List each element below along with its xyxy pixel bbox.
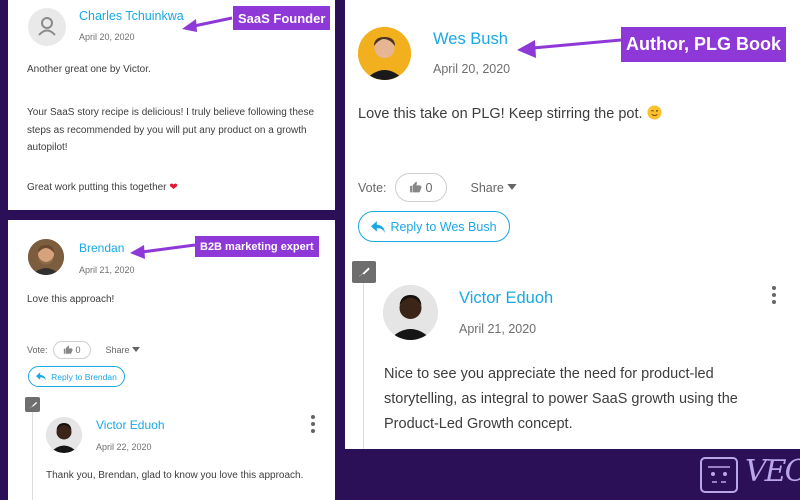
like-button[interactable]: 0 [394, 173, 447, 202]
vec-logo-text: VEC [745, 454, 800, 489]
kebab-dot [772, 300, 776, 304]
reply-author[interactable]: Victor Eduoh [96, 418, 165, 432]
annotation-tag-charles: SaaS Founder [233, 6, 331, 30]
comment-paragraph-3-text: Great work putting this together [27, 182, 167, 193]
quill-icon [358, 267, 370, 278]
kebab-dot [311, 422, 315, 426]
thumbs-up-icon [63, 345, 73, 354]
heart-icon: ❤ [169, 182, 178, 193]
reply-options-menu[interactable] [311, 415, 315, 433]
share-menu[interactable]: Share [106, 345, 140, 355]
reply-thread-marker [352, 261, 376, 283]
robot-face-icon [708, 466, 730, 483]
reply-label: Reply to Wes Bush [390, 219, 497, 234]
share-menu[interactable]: Share [471, 181, 517, 195]
annotation-arrow-brendan [130, 243, 196, 259]
quill-icon [28, 401, 37, 409]
vote-label: Vote: [358, 180, 387, 195]
victor-photo-icon [46, 417, 82, 453]
victor-avatar[interactable] [383, 285, 438, 340]
reply-options-menu[interactable] [772, 286, 776, 304]
comment-card-brendan: Brendan April 21, 2020 Love this approac… [8, 220, 335, 500]
annotation-arrow-charles [182, 16, 233, 32]
comment-date[interactable]: April 20, 2020 [79, 32, 135, 42]
reply-date[interactable]: April 22, 2020 [96, 442, 152, 452]
reply-thread-marker [25, 397, 40, 412]
comment-card-charles: Charles Tchuinkwa April 20, 2020 Another… [8, 0, 335, 210]
reply-text: Nice to see you appreciate the need for … [384, 366, 738, 432]
annotation-tag-brendan: B2B marketing expert [195, 236, 319, 257]
victor-photo-icon [383, 285, 438, 340]
wes-avatar[interactable] [358, 27, 411, 80]
brendan-avatar[interactable] [28, 239, 64, 275]
comment-author[interactable]: Charles Tchuinkwa [79, 9, 184, 23]
vec-logo-mark [700, 457, 738, 493]
like-count: 0 [425, 180, 433, 195]
default-avatar[interactable] [28, 8, 66, 46]
wes-photo-icon [358, 27, 411, 80]
comment-text: Love this approach! [27, 294, 115, 305]
reply-button[interactable]: Reply to Brendan [28, 366, 125, 387]
kebab-dot [311, 429, 315, 433]
like-button[interactable]: 0 [52, 341, 91, 359]
caret-down-icon [131, 347, 140, 352]
wink-emoji-icon [647, 105, 662, 127]
victor-avatar[interactable] [46, 417, 82, 453]
thumbs-up-icon [409, 181, 421, 193]
comment-text-block: Love this take on PLG! Keep stirring the… [358, 103, 788, 127]
reply-author[interactable]: Victor Eduoh [459, 289, 553, 308]
comment-date[interactable]: April 20, 2020 [433, 62, 510, 76]
vote-label: Vote: [27, 345, 48, 355]
share-label: Share [470, 180, 504, 195]
comment-paragraph-2: Your SaaS story recipe is delicious! I t… [27, 107, 315, 153]
annotation-tag-wes: Author, PLG Book [621, 27, 786, 62]
comment-card-wes: Wes Bush April 20, 2020 Love this take o… [345, 0, 800, 449]
reply-button[interactable]: Reply to Wes Bush [358, 211, 510, 242]
like-count: 0 [75, 345, 81, 355]
reply-date[interactable]: April 21, 2020 [459, 322, 536, 336]
user-silhouette-icon [38, 17, 56, 36]
reply-text: Thank you, Brendan, glad to know you lov… [46, 470, 304, 481]
annotation-arrow-wes [517, 38, 622, 58]
kebab-dot [772, 293, 776, 297]
comment-paragraph-1: Another great one by Victor. [27, 64, 151, 75]
comment-author[interactable]: Brendan [79, 241, 124, 255]
vote-row: Vote: 0 Share [358, 173, 517, 202]
reply-arrow-icon [371, 220, 386, 233]
comment-author[interactable]: Wes Bush [433, 30, 508, 49]
comment-paragraph-3: Great work putting this together ❤ [27, 180, 327, 196]
brendan-photo-icon [28, 239, 64, 275]
thread-line [363, 283, 364, 449]
thread-line [32, 412, 33, 500]
comment-date[interactable]: April 21, 2020 [79, 265, 135, 275]
reply-arrow-icon [36, 372, 47, 381]
kebab-dot [772, 286, 776, 290]
kebab-dot [311, 415, 315, 419]
comment-text: Love this take on PLG! Keep stirring the… [358, 106, 643, 122]
reply-label: Reply to Brendan [51, 371, 117, 382]
vote-row: Vote: 0 Share [27, 341, 140, 359]
caret-down-icon [507, 184, 517, 190]
share-label: Share [105, 345, 130, 355]
